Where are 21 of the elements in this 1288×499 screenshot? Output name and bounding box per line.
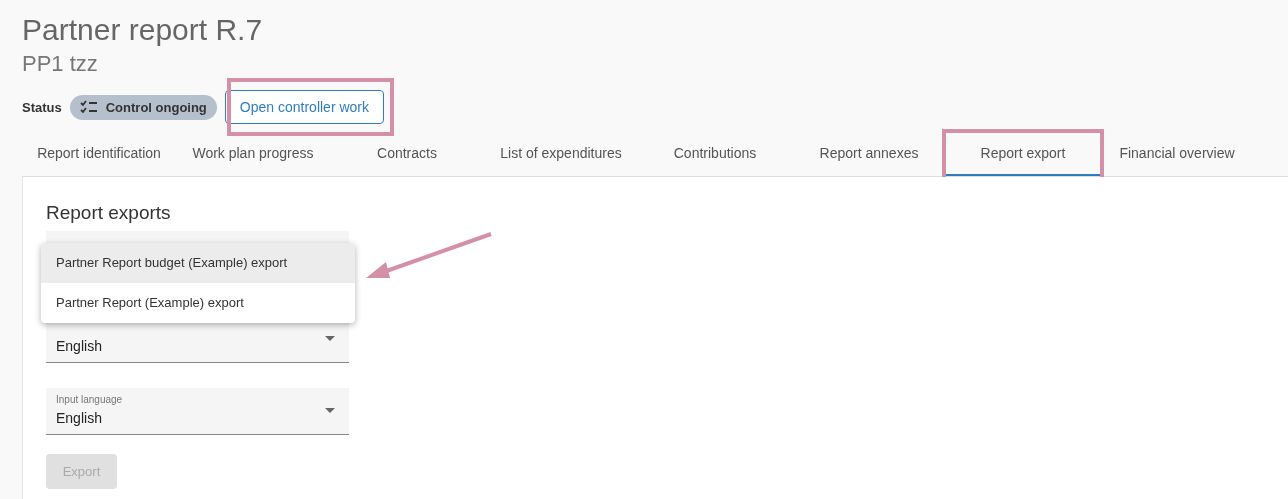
status-chip: Control ongoing xyxy=(69,94,217,120)
status-label: Status xyxy=(22,99,62,115)
select-field[interactable]: Input language English xyxy=(46,388,349,435)
field-label: Input language xyxy=(56,394,123,405)
field-value: English xyxy=(56,410,103,426)
field-value: English xyxy=(56,338,103,354)
page-title: Partner report R.7 xyxy=(22,12,264,48)
tab[interactable]: Contributions xyxy=(638,132,792,176)
tab[interactable]: Work plan progress xyxy=(176,132,330,176)
page-subtitle: PP1 tzz xyxy=(22,50,99,78)
caret-icon xyxy=(325,336,335,341)
menu-item[interactable]: Partner Report budget (Example) export xyxy=(41,243,355,283)
tab[interactable]: Financial overview xyxy=(1100,132,1254,176)
open-controller-work-button[interactable]: Open controller work xyxy=(224,90,384,124)
checklist-icon xyxy=(79,100,98,114)
tab[interactable]: Report annexes xyxy=(792,132,946,176)
section-title: Report exports xyxy=(46,201,172,225)
tab[interactable]: Contracts xyxy=(330,132,484,176)
caret-icon xyxy=(325,408,335,413)
tab[interactable]: Report identification xyxy=(22,132,176,176)
tab[interactable]: List of expenditures xyxy=(484,132,638,176)
